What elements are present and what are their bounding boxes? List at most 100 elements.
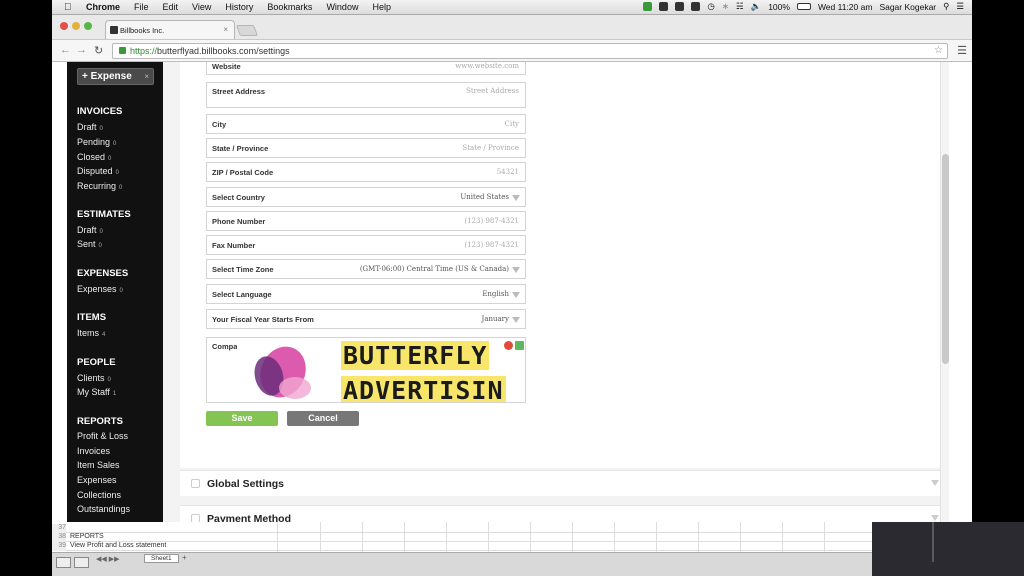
phone-field[interactable]: Phone Number (123) 987-4321 <box>206 211 526 231</box>
field-value: Street Address <box>466 87 519 95</box>
close-window-icon[interactable] <box>60 22 68 30</box>
language-select[interactable]: Select Language English <box>206 284 526 304</box>
bookmark-star-icon[interactable]: ☆ <box>934 45 943 56</box>
timemachine-icon[interactable]: ◷ <box>707 1 714 12</box>
field-label: State / Province <box>212 144 269 153</box>
page-layout-icon[interactable] <box>74 557 89 568</box>
menu-history[interactable]: History <box>225 2 253 12</box>
sidebar-item-estimates-draft[interactable]: Draft 0 <box>77 225 103 235</box>
fiscal-year-select[interactable]: Your Fiscal Year Starts From January <box>206 309 526 329</box>
sidebar-item-estimates-sent[interactable]: Sent 0 <box>77 239 102 249</box>
section-expenses: EXPENSES <box>77 268 129 279</box>
menu-help[interactable]: Help <box>372 2 391 12</box>
sidebar-item-item-sales[interactable]: Item Sales <box>77 460 120 470</box>
sidebar-item-clients[interactable]: Clients 0 <box>77 373 111 383</box>
sheet-status-bar: ◀◀ ▶▶ Sheet1 + <box>52 552 872 576</box>
city-field[interactable]: City City <box>206 114 526 134</box>
menu-app-name[interactable]: Chrome <box>86 2 120 12</box>
sidebar-item-collections[interactable]: Collections <box>77 490 121 500</box>
browser-tab[interactable]: Billbooks Inc. × <box>105 20 235 39</box>
battery-icon[interactable] <box>796 3 811 10</box>
menu-extras: ◷ ∗ ☵ 🔈 100% Wed 11:20 am Sagar Kogekar … <box>643 1 964 12</box>
sidebar-item-profit-loss[interactable]: Profit & Loss <box>77 431 128 441</box>
accordion-global-settings[interactable]: Global Settings <box>180 470 949 496</box>
back-icon[interactable]: ← <box>60 44 71 56</box>
chevron-down-icon <box>512 267 520 273</box>
field-label: Website <box>212 62 241 71</box>
url-path: butterflyad.billbooks.com/settings <box>157 46 290 56</box>
wifi-icon[interactable]: ☵ <box>736 1 744 12</box>
sheet-row[interactable]: 37 <box>52 524 872 533</box>
sheet-row[interactable]: 39 View Profit and Loss statement <box>52 542 872 551</box>
company-settings-form: Website www.website.com Street Address S… <box>180 62 949 468</box>
user-name[interactable]: Sagar Kogekar <box>879 2 936 12</box>
remove-logo-icon[interactable] <box>504 341 513 350</box>
menu-window[interactable]: Window <box>326 2 358 12</box>
company-logo-image: BUTTERFLY ADVERTISIN <box>237 338 525 402</box>
state-field[interactable]: State / Province State / Province <box>206 138 526 158</box>
website-field[interactable]: Website www.website.com <box>206 62 526 75</box>
apple-icon[interactable]:  <box>64 2 78 13</box>
company-logo-field[interactable]: Compan BUTTERFLY ADVERTISIN <box>206 337 526 403</box>
chevron-down-icon <box>931 515 939 521</box>
sidebar-item-invoices-recurring[interactable]: Recurring 0 <box>77 181 122 191</box>
sync-icon[interactable] <box>643 2 653 11</box>
background-spreadsheet: 37 38 REPORTS 39 View Profit and Loss stat… <box>52 522 872 576</box>
sidebar-item-my-staff[interactable]: My Staff 1 <box>77 387 116 397</box>
menu-file[interactable]: File <box>134 2 149 12</box>
accordion-title: Global Settings <box>207 478 285 490</box>
street-address-field[interactable]: Street Address Street Address <box>206 82 526 108</box>
field-value: (123) 987-4321 <box>464 217 519 225</box>
accordion-payment-method[interactable]: Payment Method <box>180 505 949 522</box>
forward-icon[interactable]: → <box>76 44 87 56</box>
menu-edit[interactable]: Edit <box>163 2 179 12</box>
bluetooth-icon[interactable]: ∗ <box>722 1 729 12</box>
zoom-window-icon[interactable] <box>84 22 92 30</box>
sheet-tab[interactable]: Sheet1 <box>144 554 179 563</box>
add-expense-button[interactable]: + Expense × <box>77 68 154 85</box>
dropbox-icon[interactable] <box>691 2 701 11</box>
chrome-menu-icon[interactable]: ☰ <box>957 44 967 57</box>
clock[interactable]: Wed 11:20 am <box>818 2 873 12</box>
spotlight-icon[interactable]: ⚲ <box>943 1 949 12</box>
field-value: www.website.com <box>455 62 519 70</box>
time-zone-select[interactable]: Select Time Zone (GMT-06:00) Central Tim… <box>206 259 526 279</box>
battery-percent[interactable]: 100% <box>768 2 790 12</box>
sheet-nav-arrows-icon[interactable]: ◀◀ ▶▶ <box>96 555 119 563</box>
menu-view[interactable]: View <box>192 2 211 12</box>
save-button[interactable]: Save <box>206 411 278 426</box>
normal-view-icon[interactable] <box>56 557 71 568</box>
url-scheme: https:// <box>130 46 158 56</box>
new-tab-button[interactable] <box>235 25 259 36</box>
sidebar-item-outstandings[interactable]: Outstandings <box>77 504 130 514</box>
sidebar-item-invoices-disputed[interactable]: Disputed 0 <box>77 166 119 176</box>
sidebar-item-invoices-draft[interactable]: Draft 0 <box>77 122 103 132</box>
sidebar-item-report-expenses[interactable]: Expenses <box>77 475 117 485</box>
fax-field[interactable]: Fax Number (123) 987-4321 <box>206 235 526 255</box>
reload-icon[interactable]: ↻ <box>94 44 103 57</box>
close-tab-icon[interactable]: × <box>223 25 228 34</box>
sidebar-item-expenses[interactable]: Expenses 0 <box>77 284 123 294</box>
close-icon[interactable]: × <box>144 72 149 81</box>
upload-logo-icon[interactable] <box>515 341 524 350</box>
accordion-title: Payment Method <box>207 513 292 522</box>
sheet-row[interactable]: 38 REPORTS <box>52 533 872 542</box>
field-label: Phone Number <box>212 217 266 226</box>
sidebar-item-invoices-pending[interactable]: Pending 0 <box>77 137 116 147</box>
sidebar-item-invoices-closed[interactable]: Closed 0 <box>77 152 111 162</box>
cancel-button[interactable]: Cancel <box>287 411 359 426</box>
zip-field[interactable]: ZIP / Postal Code 54321 <box>206 162 526 182</box>
add-sheet-button[interactable]: + <box>182 553 187 562</box>
address-bar[interactable]: https://butterflyad.billbooks.com/settin… <box>112 43 948 59</box>
scrollbar-thumb[interactable] <box>942 154 949 364</box>
status-icon-2[interactable] <box>675 2 685 11</box>
status-icon[interactable] <box>659 2 669 11</box>
sidebar-item-items[interactable]: Items 4 <box>77 328 105 338</box>
minimize-window-icon[interactable] <box>72 22 80 30</box>
notification-center-icon[interactable]: ☰ <box>956 1 964 12</box>
vertical-scrollbar[interactable] <box>940 62 949 522</box>
country-select[interactable]: Select Country United States <box>206 187 526 207</box>
sidebar-item-report-invoices[interactable]: Invoices <box>77 446 110 456</box>
volume-icon[interactable]: 🔈 <box>751 1 762 12</box>
menu-bookmarks[interactable]: Bookmarks <box>267 2 312 12</box>
